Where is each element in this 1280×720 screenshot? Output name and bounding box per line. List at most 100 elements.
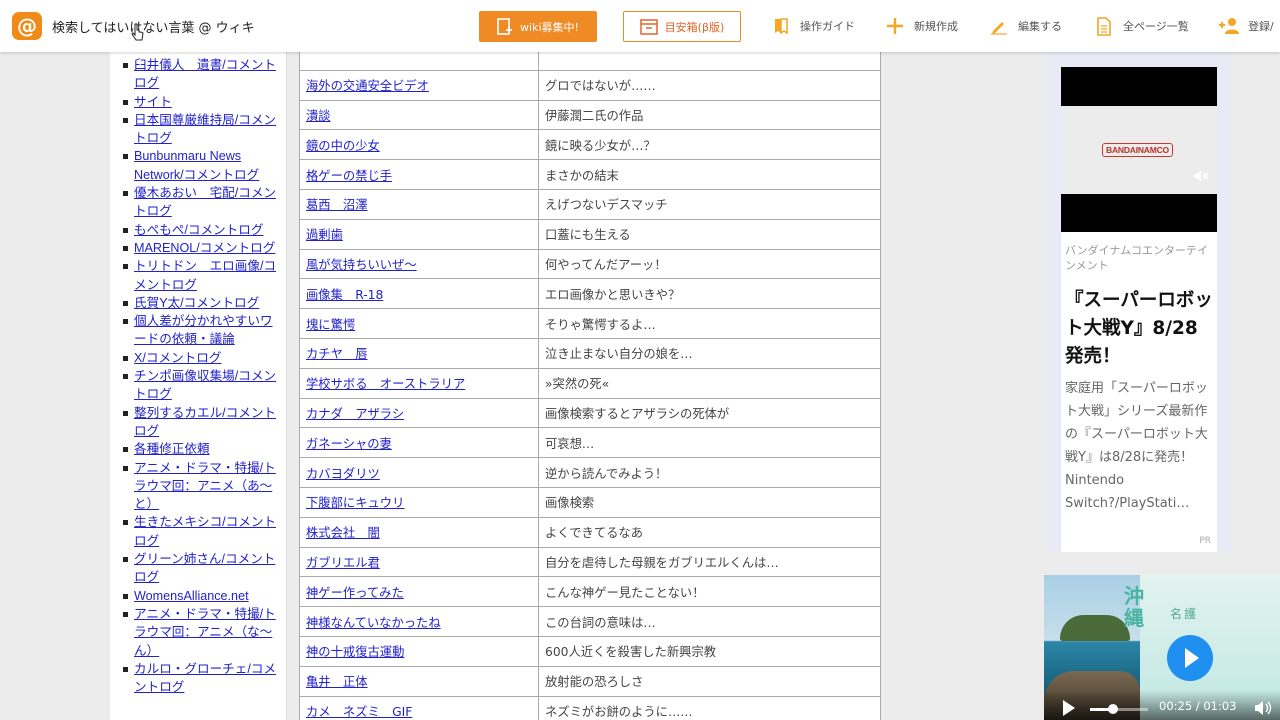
play-icon[interactable] (1063, 700, 1075, 716)
sidebar-link[interactable]: 優木あおい 宅配/コメントログ (134, 186, 276, 218)
sidebar-link[interactable]: トリトドン エロ画像/コメントログ (134, 259, 276, 291)
wiki-recruit-button[interactable]: wiki募集中! (479, 11, 597, 42)
note-cell: 逆から読んでみよう！ (538, 457, 881, 488)
suggestion-box-button[interactable]: 目安箱(β版) (623, 11, 741, 42)
sidebar-link[interactable]: グリーン姉さん/コメントログ (134, 552, 275, 584)
table-row: カバヨダリツ 逆から読んでみよう！ (299, 457, 881, 488)
nav-edit[interactable]: 編集する (988, 14, 1062, 38)
word-link[interactable]: 塊に驚愕 (306, 318, 355, 332)
video-time: 00:25 / 01:03 (1159, 699, 1237, 713)
word-cell: ガネーシャの妻 (299, 427, 539, 459)
mute-icon[interactable] (1193, 169, 1209, 183)
sidebar-link[interactable]: 臼井儀人 遺書/コメントログ (134, 58, 276, 90)
word-link[interactable]: 格ゲーの禁じ手 (306, 169, 392, 183)
sidebar-link[interactable]: X/コメントログ (134, 351, 221, 365)
sidebar-link[interactable]: 整列するカエル/コメントログ (134, 406, 276, 438)
sidebar-link[interactable]: サイト (134, 95, 172, 109)
nav-operation-guide-label: 操作ガイド (800, 20, 855, 33)
ad-headline[interactable]: 『スーパーロボット大戦Y』8/28発売！ (1065, 287, 1215, 371)
nav-all-pages-label: 全ページ一覧 (1123, 20, 1189, 33)
sidebar-list-item: X/コメントログ (110, 349, 286, 367)
word-link[interactable]: カチヤ 唇 (306, 347, 368, 361)
table-row: 株式会社 闇 よくできてるなあ (299, 516, 881, 548)
table-row: 画像集 R-18 エロ画像かと思いきや？ (299, 278, 881, 310)
note-cell (538, 52, 881, 71)
word-cell: 塊に驚愕 (299, 308, 539, 339)
sidebar-list-item: WomensAlliance.net (110, 587, 286, 605)
word-link[interactable]: カナダ アザラシ (306, 407, 404, 421)
video-subtitle: 名護 (1170, 607, 1199, 621)
note-cell: グロではないが…… (538, 69, 881, 101)
table-row: 神様なんていなかったね この台詞の意味は… (299, 606, 881, 637)
sidebar-link-list: 臼井儀人 遺書/コメントログサイト日本国尊厳維持局/コメントログ Bunbunma… (110, 52, 286, 696)
ad-video[interactable]: BANDAINAMCO (1061, 67, 1217, 232)
table-row: 過剰歯 口蓋にも生える (299, 218, 881, 250)
word-link[interactable]: ガネーシャの妻 (306, 437, 392, 451)
word-link[interactable]: 海外の交通安全ビデオ (306, 79, 429, 93)
word-link[interactable]: 神様なんていなかったね (306, 616, 441, 630)
sidebar-list-item: 臼井儀人 遺書/コメントログ (110, 56, 286, 93)
word-link[interactable]: 学校サボる オーストラリア (306, 377, 465, 391)
table-row: 海外の交通安全ビデオ グロではないが…… (299, 69, 881, 101)
word-cell: 株式会社 闇 (299, 516, 539, 548)
word-link[interactable]: カメ ネズミ GIF (306, 705, 412, 719)
word-link[interactable]: 潰談 (306, 109, 331, 123)
sidebar-link[interactable]: 生きたメキシコ/コメントログ (134, 515, 276, 547)
volume-icon[interactable] (1254, 700, 1272, 716)
word-link[interactable]: カバヨダリツ (306, 467, 380, 481)
sidebar-link[interactable]: Bunbunmaru News Network/コメントログ (134, 149, 259, 181)
sidebar-link[interactable]: アニメ・ドラマ・特撮/トラウマ回：アニメ（あ～と） (134, 461, 276, 512)
nav-register[interactable]: 登録/ (1218, 14, 1274, 38)
video-progress-knob[interactable] (1108, 704, 1119, 714)
note-cell: まさかの結末 (538, 159, 881, 190)
word-link[interactable]: 神ゲー作ってみた (306, 586, 404, 600)
ad-card[interactable]: BANDAINAMCO バンダイナムコエンターテインメント 『スーパーロボット大… (1061, 67, 1217, 552)
word-link[interactable]: 画像集 R-18 (306, 288, 383, 302)
sidebar-list-item: 優木あおい 宅配/コメントログ (110, 184, 286, 221)
word-link[interactable]: 葛西 沼澤 (306, 198, 368, 212)
sidebar-link[interactable]: 個人差が分かれやすいワードの依頼・議論 (134, 314, 273, 346)
table-row: 亀井 正体 放射能の恐ろしさ (299, 665, 881, 697)
table-row: 格ゲーの禁じ手 まさかの結末 (299, 159, 881, 190)
sidebar-list-item: 生きたメキシコ/コメントログ (110, 513, 286, 550)
word-link[interactable]: ガブリエル君 (306, 556, 380, 570)
sidebar-link[interactable]: カルロ・グローチェ/コメントログ (134, 662, 276, 694)
mouse-cursor-icon (131, 23, 144, 41)
word-link[interactable]: 株式会社 闇 (306, 526, 380, 540)
word-cell: ガブリエル君 (299, 546, 539, 578)
sidebar-link[interactable]: もぺもぺ/コメントログ (134, 223, 263, 237)
nav-all-pages[interactable]: 全ページ一覧 (1093, 14, 1189, 38)
nav-create-new[interactable]: 新規作成 (884, 14, 958, 38)
table-row: カメ ネズミ GIF ネズミがお餅のように…… (299, 695, 881, 720)
sidebar-link[interactable]: 各種修正依頼 (134, 442, 210, 456)
word-cell: 下腹部にキュウリ (299, 486, 539, 518)
word-link[interactable]: 風が気持ちいいぜ～ (306, 258, 417, 272)
word-link[interactable]: 鏡の中の少女 (306, 139, 380, 153)
word-link[interactable]: 下腹部にキュウリ (306, 496, 404, 510)
nav-operation-guide[interactable]: 操作ガイド (770, 14, 855, 38)
video-controls: 00:25 / 01:03 (1044, 690, 1280, 720)
video-player[interactable]: 沖縄 名護 00:25 / 01:03 (1044, 575, 1280, 720)
sidebar-link[interactable]: 日本国尊厳維持局/コメントログ (134, 113, 276, 145)
word-table-body: 海外の交通安全ビデオ グロではないが…… 潰談 伊藤潤二氏の作品 鏡の中の少女 鏡に映る少… (299, 52, 881, 720)
word-cell: カナダ アザラシ (299, 397, 539, 429)
word-link[interactable]: 亀井 正体 (306, 675, 368, 689)
sidebar-list-item: 日本国尊厳維持局/コメントログ (110, 111, 286, 148)
big-play-button[interactable] (1167, 635, 1213, 681)
nav-create-new-label: 新規作成 (914, 20, 958, 33)
word-link[interactable]: 神の十戒復古運動 (306, 645, 404, 659)
sidebar-link[interactable]: アニメ・ドラマ・特撮/トラウマ回：アニメ（な～ん） (134, 607, 276, 658)
note-cell: 伊藤潤二氏の作品 (538, 99, 881, 131)
sidebar-link[interactable]: チンポ画像収集場/コメントログ (134, 369, 276, 401)
word-link[interactable]: 過剰歯 (306, 228, 343, 242)
site-title[interactable]: 検索してはいけない言葉 @ ウィキ (52, 17, 255, 36)
note-cell: こんな神ゲー見たことない！ (538, 576, 881, 608)
sidebar-link[interactable]: WomensAlliance.net (134, 589, 249, 603)
note-cell: ネズミがお餅のように…… (538, 695, 881, 720)
table-row: 学校サボる オーストラリア »突然の死« (299, 367, 881, 399)
sidebar-link[interactable]: 氏賀Y太/コメントログ (134, 296, 259, 310)
sidebar-link[interactable]: MARENOL/コメントログ (134, 241, 275, 255)
atwiki-logo-icon[interactable]: @ (12, 12, 42, 40)
video-progress-bar[interactable] (1090, 704, 1148, 714)
word-cell: 神ゲー作ってみた (299, 576, 539, 608)
